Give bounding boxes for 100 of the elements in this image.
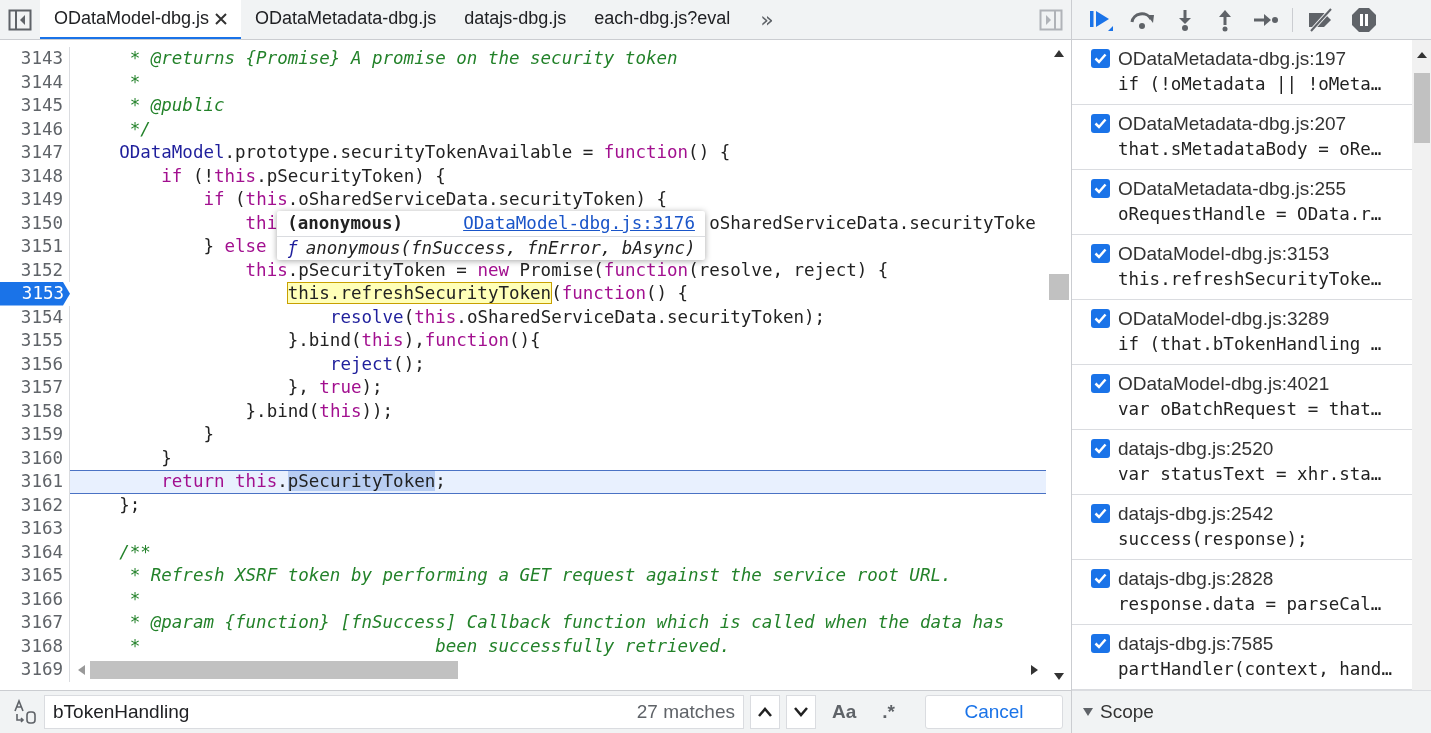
scroll-down-icon[interactable] [1052,672,1065,682]
file-tab[interactable]: datajs-dbg.js [450,0,581,39]
line-number[interactable]: 3164 [0,540,70,564]
breakpoint-code: partHandler(context, hand… [1118,658,1392,681]
breakpoint-code: success(response); [1118,528,1308,551]
line-number[interactable]: 3162 [0,493,70,517]
sidebar-toggle-icon[interactable] [1039,8,1063,31]
line-number[interactable]: 3153 [0,282,70,306]
checkmark-icon [1094,508,1107,519]
replace-toggle-icon[interactable] [12,699,38,725]
line-number[interactable]: 3146 [0,117,70,141]
scroll-thumb[interactable] [1048,274,1069,300]
breakpoint-location[interactable]: ODataMetadata-dbg.js:197 [1118,46,1382,71]
line-number[interactable]: 3158 [0,399,70,423]
code-line: * @param {function} [fnSuccess] Callback function which is called when the data has [128,612,1005,632]
code-line: if (!this.pSecurityToken) { [160,165,446,186]
next-match-button[interactable] [786,695,816,729]
expand-triangle-icon[interactable] [1082,707,1094,717]
file-tab[interactable]: each-dbg.js?eval [580,0,745,39]
breakpoint-code: this.refreshSecurityToke… [1118,268,1382,291]
code-line: thi [244,212,278,233]
breakpoint-checkbox[interactable] [1091,309,1110,328]
code-line: * @returns {Promise} A promise on the security token [128,48,678,68]
breakpoint-location[interactable]: datajs-dbg.js:2520 [1118,436,1382,461]
sidebar-toggle-icon[interactable] [8,8,32,31]
breakpoint-code: oRequestHandle = OData.r… [1118,203,1382,226]
breakpoint-location[interactable]: ODataModel-dbg.js:4021 [1118,371,1382,396]
code-line: }.bind(this)); [244,400,394,421]
breakpoint-location[interactable]: ODataMetadata-dbg.js:255 [1118,176,1382,201]
code-line: oSharedServiceData.securityToke [709,212,1036,233]
line-number[interactable]: 3144 [0,70,70,94]
chevron-up-icon[interactable] [757,706,773,718]
close-icon[interactable] [215,12,228,25]
breakpoint-checkbox[interactable] [1091,114,1110,133]
line-number[interactable]: 3148 [0,164,70,188]
source-link[interactable]: ODataModel-dbg.js:3176 [463,213,695,233]
code-line: }; [118,494,141,515]
scroll-thumb[interactable] [1413,73,1430,143]
breakpoint-location[interactable]: ODataModel-dbg.js:3289 [1118,306,1382,331]
line-number[interactable]: 3163 [0,517,70,541]
regex-button[interactable]: .* [872,701,905,723]
cancel-button[interactable]: Cancel [925,695,1063,729]
breakpoint-checkbox[interactable] [1091,439,1110,458]
code-line: } [202,424,214,444]
breakpoint-location[interactable]: ODataModel-dbg.js:3153 [1118,241,1382,266]
breakpoint-code: that.sMetadataBody = oRe… [1118,138,1382,161]
checkmark-icon [1094,313,1107,324]
tooltip-title: (anonymous) [287,213,404,233]
line-number[interactable]: 3154 [0,305,70,329]
breakpoint-checkbox[interactable] [1091,49,1110,68]
checkmark-icon [1094,248,1107,259]
checkmark-icon [1094,183,1107,194]
line-number[interactable]: 3156 [0,352,70,376]
line-number[interactable]: 3150 [0,211,70,235]
breakpoint-code: var statusText = xhr.sta… [1118,463,1382,486]
function-mark: ƒ [287,238,298,258]
vertical-scrollbar[interactable] [1412,40,1431,690]
line-number[interactable]: 3167 [0,611,70,635]
checkmark-icon [1094,638,1107,649]
line-number[interactable]: 3160 [0,446,70,470]
breakpoint-location[interactable]: datajs-dbg.js:2542 [1118,501,1308,526]
line-number[interactable]: 3165 [0,564,70,588]
breakpoint-checkbox[interactable] [1091,374,1110,393]
scroll-thumb[interactable] [90,660,458,679]
line-number[interactable]: 3168 [0,634,70,658]
line-number[interactable]: 3166 [0,587,70,611]
breakpoint-checkbox[interactable] [1091,244,1110,263]
breakpoint-checkbox[interactable] [1091,634,1110,653]
breakpoint-checkbox[interactable] [1091,504,1110,523]
line-number[interactable]: 3143 [0,47,70,71]
file-tab[interactable]: ODataModel-dbg.js [40,0,242,39]
code-line: /** [118,541,151,562]
scroll-up-icon[interactable] [1415,50,1428,59]
line-number[interactable]: 3147 [0,141,70,165]
breakpoint-checkbox[interactable] [1091,569,1110,588]
line-number[interactable]: 3145 [0,94,70,118]
file-tab[interactable]: ODataMetadata-dbg.js [241,0,451,39]
code-line: resolve(this.oSharedServiceData.securityToken); [328,306,826,327]
checkmark-icon [1094,118,1107,129]
code-line: }, true); [286,377,383,397]
breakpoint-code: response.data = parseCal… [1118,593,1382,616]
scroll-up-icon[interactable] [1052,48,1065,58]
previous-match-button[interactable] [750,695,780,729]
breakpoint-location[interactable]: ODataMetadata-dbg.js:207 [1118,111,1382,136]
breakpoint-location[interactable]: datajs-dbg.js:2828 [1118,566,1382,591]
line-number[interactable]: 3157 [0,376,70,400]
code-line: if (this.oSharedServiceData.securityToken) { [202,189,668,209]
breakpoint-location[interactable]: datajs-dbg.js:7585 [1118,631,1392,656]
breakpoint-checkbox[interactable] [1091,179,1110,198]
line-number[interactable]: 3159 [0,423,70,447]
match-case-button[interactable]: Aa [822,701,867,723]
scope-section-header[interactable]: Scope [1072,690,1431,733]
scroll-right-icon[interactable] [1030,663,1040,676]
line-number[interactable]: 3151 [0,235,70,259]
checkmark-icon [1094,53,1107,64]
chevron-down-icon[interactable] [793,706,809,718]
line-number[interactable]: 3149 [0,188,70,212]
more-tabs-button[interactable]: » [744,0,790,39]
line-number[interactable]: 3155 [0,329,70,353]
scroll-left-icon[interactable] [76,663,86,676]
